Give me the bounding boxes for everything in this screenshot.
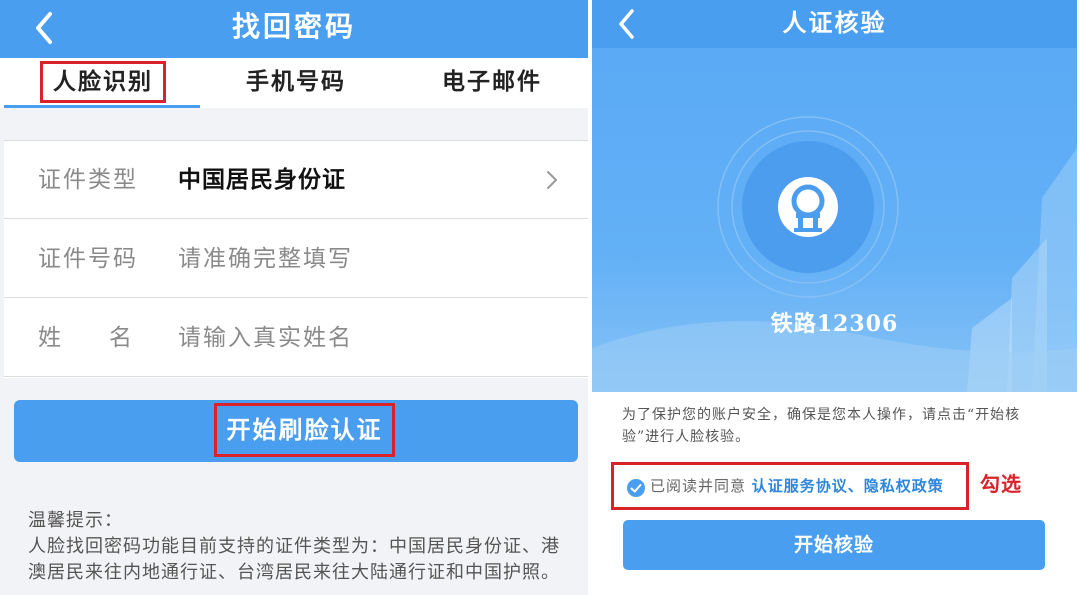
header-bar: 人证核验 [592,0,1077,48]
doc-type-row[interactable]: 证件类型 中国居民身份证 [4,141,588,219]
doc-type-label: 证件类型 [38,167,138,193]
identity-form: 证件类型 中国居民身份证 证件号码 姓名 [4,140,588,378]
railway-logo [738,137,878,277]
agreement-checkbox-row[interactable]: 已阅读并同意 认证服务协议、隐私权政策 [611,462,969,510]
header-bar: 找回密码 [0,0,588,58]
check-annotation: 勾选 [980,472,1022,496]
active-tab-indicator [4,105,200,108]
page-title: 找回密码 [231,10,356,43]
tab-bar: 人脸识别 手机号码 电子邮件 [0,58,588,108]
tab-face-recognition-label: 人脸识别 [40,61,166,103]
start-face-auth-button[interactable]: 开始刷脸认证 [14,400,578,462]
tab-face-recognition[interactable]: 人脸识别 [40,58,166,108]
chevron-right-icon [547,171,557,189]
back-button[interactable] [30,8,60,48]
railway-logo-icon [742,141,874,273]
tab-phone-number[interactable]: 手机号码 [196,58,396,108]
name-label: 姓名 [38,325,180,351]
name-row: 姓名 [4,299,588,377]
tab-email[interactable]: 电子邮件 [396,58,588,108]
agreement-links[interactable]: 认证服务协议、隐私权政策 [752,477,944,495]
hero-banner: 铁路12306 [592,48,1077,392]
identity-verification-screen: 人证核验 铁路12306 为了保护您的账户安全，确保是您本人操作，请点击“开始核… [592,0,1080,595]
find-password-screen: 找回密码 人脸识别 手机号码 电子邮件 证件类型 中国居民身份证 证件号码 姓名 [0,0,588,595]
checkbox-checked-icon[interactable] [627,479,645,497]
chevron-left-icon [619,9,634,39]
doc-number-input[interactable] [178,220,558,298]
doc-type-value: 中国居民身份证 [178,166,346,193]
chevron-left-icon [36,12,52,44]
tips-section: 温馨提示： 人脸找回密码功能目前支持的证件类型为：中国居民身份证、港澳居民来往内… [28,508,568,586]
brand-name: 铁路12306 [770,311,899,337]
name-input[interactable] [178,299,558,377]
agreement-prefix: 已阅读并同意 [650,477,747,495]
page-title: 人证核验 [782,8,887,37]
tips-body: 人脸找回密码功能目前支持的证件类型为：中国居民身份证、港澳居民来往内地通行证、台… [28,536,560,583]
doc-number-row: 证件号码 [4,220,588,298]
back-button[interactable] [614,6,640,42]
start-verification-button[interactable]: 开始核验 [623,520,1045,570]
verification-notice: 为了保护您的账户安全，确保是您本人操作，请点击“开始核验”进行人脸核验。 [622,407,1021,445]
tips-title: 温馨提示： [28,510,123,531]
start-face-auth-label: 开始刷脸认证 [214,403,395,457]
doc-number-label: 证件号码 [38,246,138,272]
agreement-text: 已阅读并同意 认证服务协议、隐私权政策 [650,465,944,507]
